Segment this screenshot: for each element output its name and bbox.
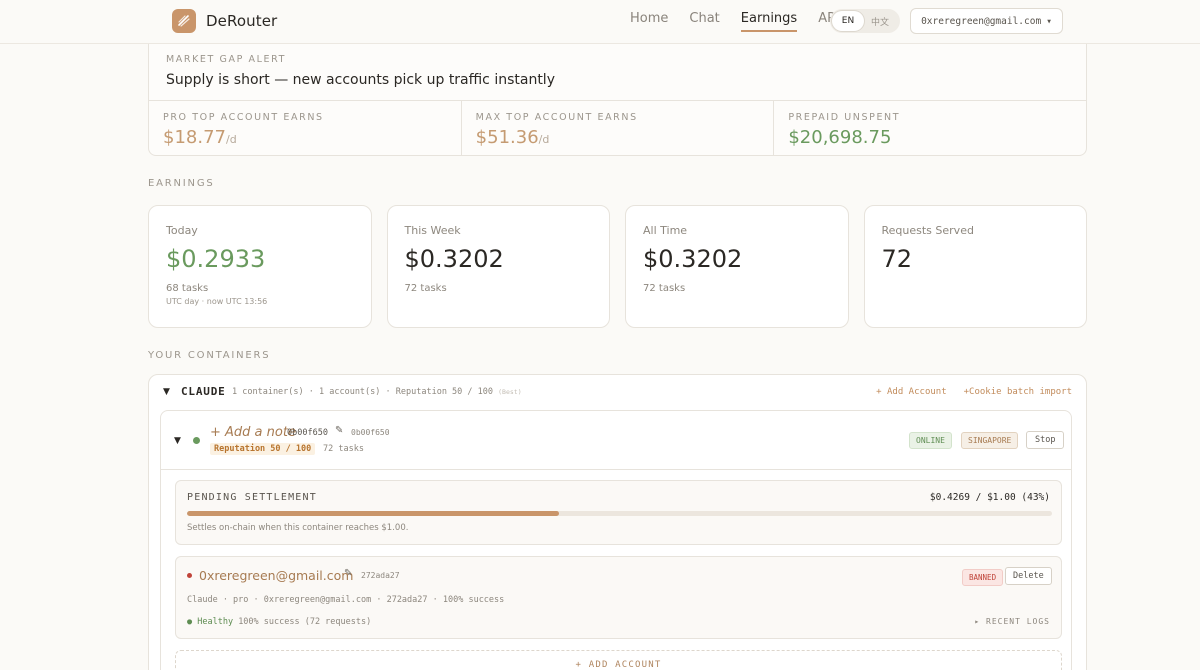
alert-kicker: MARKET GAP ALERT [166,54,287,65]
alert-header: MARKET GAP ALERT Supply is short — new a… [149,37,1086,101]
card-label: Today [166,224,198,237]
container-tasks: 72 tasks [323,444,364,454]
brand[interactable]: DeRouter [172,9,277,33]
container-group-claude: ▼ CLAUDE 1 container(s) · 1 account(s) ·… [148,374,1087,670]
alert-stats: PRO TOP ACCOUNT EARNS $18.77/d MAX TOP A… [149,101,1086,155]
top-nav-bar: DeRouter Home Chat Earnings API EN 中文 0x… [0,0,1200,44]
card-all-time: All Time $0.3202 72 tasks [625,205,849,328]
stat-value: $18.77/d [163,127,237,148]
main-nav: Home Chat Earnings API [630,11,839,32]
nav-earnings[interactable]: Earnings [740,11,798,32]
containers-section-label: YOUR CONTAINERS [148,350,271,361]
add-account-button[interactable]: + ADD ACCOUNT [175,650,1062,670]
settlement-progress-fill [187,511,559,516]
card-this-week: This Week $0.3202 72 tasks [386,205,610,328]
account-email: 0xreregreen@gmail.com [199,568,354,583]
stat-label: MAX TOP ACCOUNT EARNS [475,112,638,123]
container-card: ▼ + Add a note 0b00f650 ✎ 0b00f650 Reput… [160,410,1072,670]
container-id: 0b00f650 [287,428,328,438]
banned-status-badge: BANNED [962,569,1004,586]
account-meta: Claude · pro · 0xreregreen@gmail.com · 2… [187,595,505,605]
group-actions: + Add Account +Cookie batch import [876,387,1072,397]
stat-value: $51.36/d [475,127,550,148]
group-title: CLAUDE [181,385,226,398]
banned-status-dot-icon [187,573,192,578]
add-account-link[interactable]: + Add Account [876,387,946,397]
account-menu-button[interactable]: 0xreregreen@gmail.com ▾ [910,8,1063,34]
pending-amount: $0.4269 / $1.00 (43%) [929,492,1050,503]
card-value: 72 [881,245,913,273]
delete-account-button[interactable]: Delete [1005,567,1052,585]
group-meta: 1 container(s) · 1 account(s) · Reputati… [232,387,522,397]
stat-label: PREPAID UNSPENT [788,112,901,123]
add-note-link[interactable]: + Add a note [210,425,296,440]
nav-home[interactable]: Home [630,11,668,32]
card-value: $0.3202 [643,245,743,273]
account-id: 272ada27 [361,571,400,580]
card-label: All Time [643,224,688,237]
pending-title: PENDING SETTLEMENT [187,492,317,503]
region-badge: SINGAPORE [961,432,1019,449]
pending-note: Settles on-chain when this container rea… [187,523,409,533]
pending-settlement: PENDING SETTLEMENT $0.4269 / $1.00 (43%)… [175,480,1062,545]
settlement-progress-bar [187,511,1052,516]
stat-prepaid-unspent: PREPAID UNSPENT $20,698.75 [774,101,1086,155]
collapse-caret-icon[interactable]: ▼ [163,387,170,397]
container-group-header: ▼ CLAUDE 1 container(s) · 1 account(s) ·… [149,375,1086,409]
container-id-secondary: 0b00f650 [351,428,390,437]
lang-zh-button[interactable]: 中文 [864,11,896,31]
card-today: Today $0.2933 68 tasks UTC day · now UTC… [148,205,372,328]
nav-chat[interactable]: Chat [689,11,719,32]
stop-button[interactable]: Stop [1026,431,1065,449]
card-requests-served: Requests Served 72 [863,205,1087,328]
alert-message: Supply is short — new accounts pick up t… [166,72,555,88]
account-row: 0xreregreen@gmail.com ✎ 272ada27 BANNED … [175,556,1062,639]
stat-pro-top: PRO TOP ACCOUNT EARNS $18.77/d [149,101,462,155]
stat-label: PRO TOP ACCOUNT EARNS [163,112,324,123]
account-email: 0xreregreen@gmail.com [921,15,1042,27]
online-status-badge: ONLINE [909,432,952,449]
chevron-down-icon: ▾ [1046,15,1052,27]
card-sub: 68 tasks [166,283,209,294]
card-footnote: UTC day · now UTC 13:56 [166,297,268,306]
cookie-batch-import-link[interactable]: +Cookie batch import [964,387,1072,397]
earnings-cards: Today $0.2933 68 tasks UTC day · now UTC… [148,205,1087,328]
collapse-caret-icon[interactable]: ▼ [174,436,181,446]
stat-value: $20,698.75 [788,127,892,148]
edit-pencil-icon[interactable]: ✎ [344,568,352,579]
recent-logs-toggle[interactable]: ▸ RECENT LOGS [974,617,1050,626]
account-health: ● Healthy 100% success (72 requests) [187,617,372,627]
card-sub: 72 tasks [404,283,447,294]
derouter-logo-icon [172,9,196,33]
edit-pencil-icon[interactable]: ✎ [335,425,343,436]
card-label: Requests Served [881,224,974,237]
online-status-dot-icon [193,437,200,444]
card-sub: 72 tasks [643,283,686,294]
earnings-section-label: EARNINGS [148,178,215,189]
reputation-badge: Reputation 50 / 100 [210,443,316,455]
lang-en-button[interactable]: EN [832,11,864,31]
card-value: $0.2933 [166,245,266,273]
brand-name: DeRouter [206,12,278,30]
language-toggle: EN 中文 [830,9,900,33]
card-label: This Week [404,224,461,237]
card-value: $0.3202 [404,245,504,273]
market-gap-alert: MARKET GAP ALERT Supply is short — new a… [148,36,1087,156]
container-header: ▼ + Add a note 0b00f650 ✎ 0b00f650 Reput… [161,411,1071,470]
stat-max-top: MAX TOP ACCOUNT EARNS $51.36/d [462,101,775,155]
